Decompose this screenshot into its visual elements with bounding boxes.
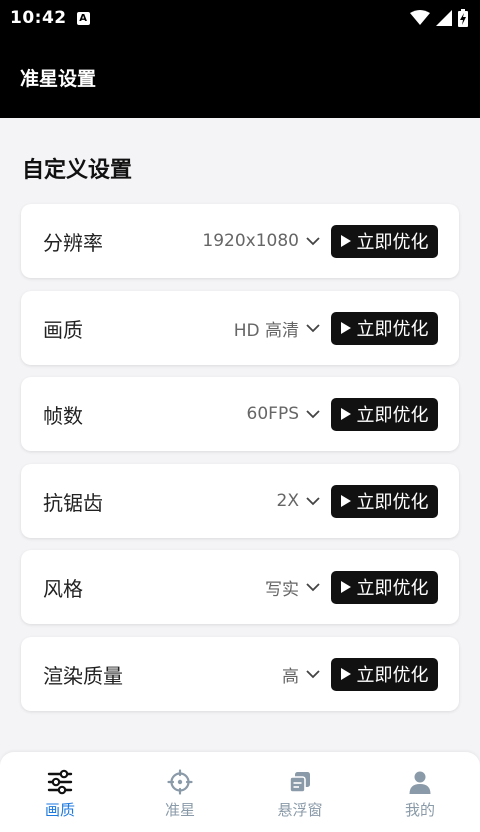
- chevron-down-icon: [306, 497, 320, 506]
- status-bar: 10:42 A: [0, 0, 480, 36]
- optimize-button[interactable]: 立即优化: [331, 484, 438, 518]
- setting-card-fps: 帧数 60FPS 立即优化: [21, 377, 459, 451]
- chevron-down-icon: [306, 670, 320, 679]
- play-icon: [340, 495, 351, 507]
- sliders-icon: [47, 769, 73, 794]
- nav-label: 画质: [44, 800, 75, 819]
- main-content: 自定义设置 分辨率 1920x1080 立即优化 画质 HD 高清 立即优化 帧…: [0, 118, 480, 750]
- setting-label: 风格: [43, 576, 83, 601]
- setting-card-quality: 画质 HD 高清 立即优化: [21, 291, 459, 365]
- setting-dropdown[interactable]: 写实: [265, 575, 321, 600]
- optimize-button-label: 立即优化: [356, 319, 429, 340]
- wifi-icon: [410, 10, 430, 25]
- setting-value: 60FPS: [246, 404, 299, 424]
- setting-dropdown[interactable]: 60FPS: [247, 404, 321, 424]
- nav-item-quality[interactable]: 画质: [0, 752, 120, 832]
- setting-dropdown[interactable]: HD 高清: [234, 316, 321, 341]
- optimize-button[interactable]: 立即优化: [331, 224, 438, 258]
- setting-card-render-quality: 渲染质量 高 立即优化: [21, 637, 459, 711]
- nav-label: 悬浮窗: [277, 800, 323, 819]
- nav-item-crosshair[interactable]: 准星: [120, 752, 240, 832]
- setting-dropdown[interactable]: 2X: [277, 491, 321, 511]
- status-icons: [410, 9, 468, 27]
- setting-label: 抗锯齿: [43, 490, 103, 515]
- play-icon: [340, 408, 351, 420]
- setting-dropdown[interactable]: 高: [282, 662, 321, 687]
- nav-label: 准星: [164, 800, 195, 819]
- nav-label: 我的: [404, 800, 435, 819]
- setting-label: 渲染质量: [43, 663, 123, 688]
- app-bar: 准星设置: [0, 36, 480, 118]
- optimize-button[interactable]: 立即优化: [331, 657, 438, 691]
- setting-card-antialiasing: 抗锯齿 2X 立即优化: [21, 464, 459, 538]
- status-time: 10:42: [10, 8, 67, 28]
- optimize-button-label: 立即优化: [356, 492, 429, 513]
- optimize-button-label: 立即优化: [356, 405, 429, 426]
- crosshair-icon: [167, 768, 193, 795]
- chevron-down-icon: [306, 324, 320, 333]
- setting-value: 写实: [265, 579, 299, 600]
- setting-value: HD 高清: [233, 320, 299, 341]
- setting-value: 2X: [276, 491, 299, 511]
- nav-item-profile[interactable]: 我的: [360, 752, 480, 832]
- setting-value: 高: [282, 666, 299, 687]
- play-icon: [340, 668, 351, 680]
- floating-window-icon: [289, 771, 310, 793]
- section-title: 自定义设置: [22, 158, 133, 183]
- setting-label: 分辨率: [43, 230, 103, 255]
- setting-label: 帧数: [43, 403, 83, 428]
- optimize-button-label: 立即优化: [356, 665, 429, 686]
- person-icon: [409, 771, 431, 794]
- chevron-down-icon: [306, 583, 320, 592]
- setting-card-resolution: 分辨率 1920x1080 立即优化: [21, 204, 459, 278]
- chevron-down-icon: [306, 410, 320, 419]
- optimize-button[interactable]: 立即优化: [331, 397, 438, 431]
- play-icon: [340, 322, 351, 334]
- setting-label: 画质: [43, 317, 83, 342]
- play-icon: [340, 581, 351, 593]
- optimize-button-label: 立即优化: [356, 232, 429, 253]
- setting-card-style: 风格 写实 立即优化: [21, 550, 459, 624]
- page-title: 准星设置: [20, 67, 97, 90]
- optimize-button-label: 立即优化: [356, 578, 429, 599]
- setting-value: 1920x1080: [202, 231, 299, 251]
- battery-icon: [458, 9, 468, 27]
- optimize-button[interactable]: 立即优化: [331, 311, 438, 345]
- bottom-nav: 画质 准星 悬浮窗 我的: [0, 752, 480, 832]
- setting-dropdown[interactable]: 1920x1080: [202, 231, 321, 251]
- accessibility-badge-icon: A: [76, 11, 90, 25]
- chevron-down-icon: [306, 237, 320, 246]
- optimize-button[interactable]: 立即优化: [331, 570, 438, 604]
- play-icon: [340, 235, 351, 247]
- signal-icon: [436, 10, 452, 26]
- nav-item-floating-window[interactable]: 悬浮窗: [240, 752, 360, 832]
